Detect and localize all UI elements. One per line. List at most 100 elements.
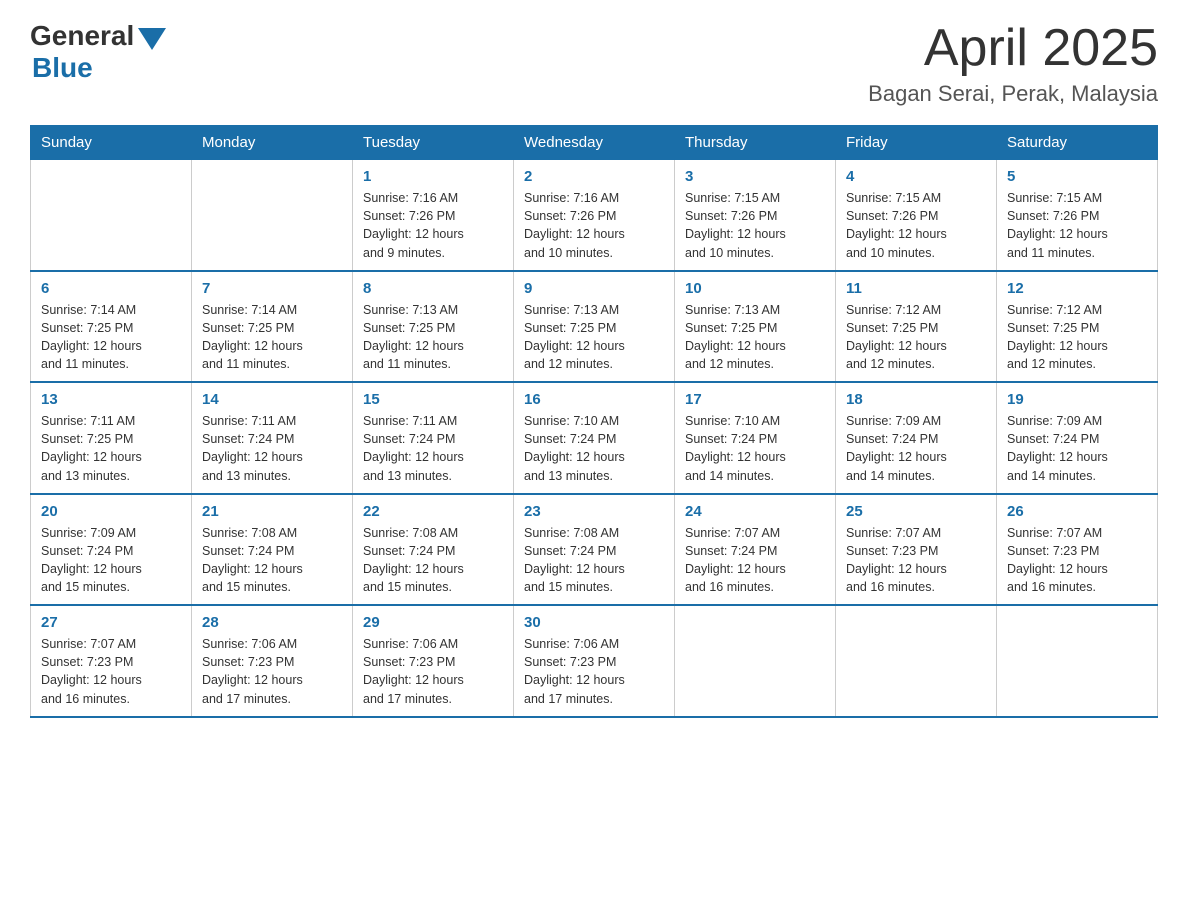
weekday-header-row: SundayMondayTuesdayWednesdayThursdayFrid…: [31, 126, 1158, 160]
day-info: Sunrise: 7:13 AM Sunset: 7:25 PM Dayligh…: [363, 301, 503, 374]
calendar-cell: 24 Sunrise: 7:07 AM Sunset: 7:24 PM Dayli…: [675, 494, 836, 606]
calendar-table: SundayMondayTuesdayWednesdayThursdayFrid…: [30, 125, 1158, 718]
day-info: Sunrise: 7:07 AM Sunset: 7:23 PM Dayligh…: [1007, 524, 1147, 597]
calendar-cell: 26 Sunrise: 7:07 AM Sunset: 7:23 PM Dayli…: [997, 494, 1158, 606]
weekday-header-tuesday: Tuesday: [353, 126, 514, 160]
day-number: 22: [363, 503, 503, 520]
weekday-header-saturday: Saturday: [997, 126, 1158, 160]
day-info: Sunrise: 7:08 AM Sunset: 7:24 PM Dayligh…: [363, 524, 503, 597]
calendar-week-row: 20 Sunrise: 7:09 AM Sunset: 7:24 PM Dayli…: [31, 494, 1158, 606]
calendar-cell: [31, 160, 192, 271]
day-info: Sunrise: 7:07 AM Sunset: 7:24 PM Dayligh…: [685, 524, 825, 597]
day-number: 16: [524, 391, 664, 408]
calendar-cell: [836, 605, 997, 717]
logo: General Blue: [30, 20, 166, 84]
day-number: 23: [524, 503, 664, 520]
calendar-cell: 30 Sunrise: 7:06 AM Sunset: 7:23 PM Dayli…: [514, 605, 675, 717]
calendar-cell: 14Sunrise: 7:11 AM Sunset: 7:24 PM Dayli…: [192, 382, 353, 494]
day-info: Sunrise: 7:06 AM Sunset: 7:23 PM Dayligh…: [202, 635, 342, 708]
day-number: 17: [685, 391, 825, 408]
day-number: 20: [41, 503, 181, 520]
calendar-cell: 25Sunrise: 7:07 AM Sunset: 7:23 PM Dayli…: [836, 494, 997, 606]
day-number: 27: [41, 614, 181, 631]
calendar-body: 1Sunrise: 7:16 AM Sunset: 7:26 PM Daylig…: [31, 160, 1158, 717]
day-info: Sunrise: 7:15 AM Sunset: 7:26 PM Dayligh…: [846, 189, 986, 262]
day-number: 24: [685, 503, 825, 520]
calendar-cell: 23 Sunrise: 7:08 AM Sunset: 7:24 PM Dayli…: [514, 494, 675, 606]
weekday-header-thursday: Thursday: [675, 126, 836, 160]
day-number: 8: [363, 280, 503, 297]
location-title: Bagan Serai, Perak, Malaysia: [868, 81, 1158, 107]
day-info: Sunrise: 7:12 AM Sunset: 7:25 PM Dayligh…: [1007, 301, 1147, 374]
calendar-cell: 8 Sunrise: 7:13 AM Sunset: 7:25 PM Daylig…: [353, 271, 514, 383]
day-number: 3: [685, 168, 825, 185]
weekday-header-monday: Monday: [192, 126, 353, 160]
weekday-header-friday: Friday: [836, 126, 997, 160]
day-number: 28: [202, 614, 342, 631]
day-number: 5: [1007, 168, 1147, 185]
day-number: 18: [846, 391, 986, 408]
day-info: Sunrise: 7:12 AM Sunset: 7:25 PM Dayligh…: [846, 301, 986, 374]
day-info: Sunrise: 7:09 AM Sunset: 7:24 PM Dayligh…: [846, 412, 986, 485]
day-number: 2: [524, 168, 664, 185]
day-number: 30: [524, 614, 664, 631]
day-info: Sunrise: 7:16 AM Sunset: 7:26 PM Dayligh…: [524, 189, 664, 262]
day-number: 12: [1007, 280, 1147, 297]
day-number: 25: [846, 503, 986, 520]
calendar-cell: 13 Sunrise: 7:11 AM Sunset: 7:25 PM Dayli…: [31, 382, 192, 494]
day-info: Sunrise: 7:15 AM Sunset: 7:26 PM Dayligh…: [685, 189, 825, 262]
day-info: Sunrise: 7:11 AM Sunset: 7:25 PM Dayligh…: [41, 412, 181, 485]
day-number: 7: [202, 280, 342, 297]
day-info: Sunrise: 7:07 AM Sunset: 7:23 PM Dayligh…: [41, 635, 181, 708]
calendar-cell: [997, 605, 1158, 717]
calendar-cell: 27 Sunrise: 7:07 AM Sunset: 7:23 PM Dayli…: [31, 605, 192, 717]
day-info: Sunrise: 7:09 AM Sunset: 7:24 PM Dayligh…: [41, 524, 181, 597]
weekday-header-wednesday: Wednesday: [514, 126, 675, 160]
calendar-cell: 6 Sunrise: 7:14 AM Sunset: 7:25 PM Daylig…: [31, 271, 192, 383]
page-header: General Blue April 2025 Bagan Serai, Per…: [30, 20, 1158, 107]
calendar-cell: 15 Sunrise: 7:11 AM Sunset: 7:24 PM Dayli…: [353, 382, 514, 494]
calendar-cell: 1Sunrise: 7:16 AM Sunset: 7:26 PM Daylig…: [353, 160, 514, 271]
day-number: 29: [363, 614, 503, 631]
logo-general-text: General: [30, 20, 134, 52]
day-info: Sunrise: 7:13 AM Sunset: 7:25 PM Dayligh…: [524, 301, 664, 374]
day-info: Sunrise: 7:10 AM Sunset: 7:24 PM Dayligh…: [685, 412, 825, 485]
calendar-cell: 17 Sunrise: 7:10 AM Sunset: 7:24 PM Dayli…: [675, 382, 836, 494]
calendar-cell: 12 Sunrise: 7:12 AM Sunset: 7:25 PM Dayli…: [997, 271, 1158, 383]
day-number: 13: [41, 391, 181, 408]
calendar-cell: 7 Sunrise: 7:14 AM Sunset: 7:25 PM Daylig…: [192, 271, 353, 383]
calendar-cell: 11 Sunrise: 7:12 AM Sunset: 7:25 PM Dayli…: [836, 271, 997, 383]
day-number: 9: [524, 280, 664, 297]
day-number: 4: [846, 168, 986, 185]
calendar-cell: 5Sunrise: 7:15 AM Sunset: 7:26 PM Daylig…: [997, 160, 1158, 271]
day-info: Sunrise: 7:14 AM Sunset: 7:25 PM Dayligh…: [202, 301, 342, 374]
calendar-week-row: 6 Sunrise: 7:14 AM Sunset: 7:25 PM Daylig…: [31, 271, 1158, 383]
title-section: April 2025 Bagan Serai, Perak, Malaysia: [868, 20, 1158, 107]
logo-blue-text: Blue: [32, 52, 93, 84]
calendar-cell: 2 Sunrise: 7:16 AM Sunset: 7:26 PM Daylig…: [514, 160, 675, 271]
day-number: 26: [1007, 503, 1147, 520]
day-number: 6: [41, 280, 181, 297]
day-info: Sunrise: 7:14 AM Sunset: 7:25 PM Dayligh…: [41, 301, 181, 374]
calendar-week-row: 13 Sunrise: 7:11 AM Sunset: 7:25 PM Dayli…: [31, 382, 1158, 494]
month-title: April 2025: [868, 20, 1158, 77]
calendar-cell: [675, 605, 836, 717]
calendar-cell: 28 Sunrise: 7:06 AM Sunset: 7:23 PM Dayli…: [192, 605, 353, 717]
calendar-cell: 19Sunrise: 7:09 AM Sunset: 7:24 PM Dayli…: [997, 382, 1158, 494]
day-info: Sunrise: 7:08 AM Sunset: 7:24 PM Dayligh…: [202, 524, 342, 597]
day-info: Sunrise: 7:06 AM Sunset: 7:23 PM Dayligh…: [363, 635, 503, 708]
day-info: Sunrise: 7:11 AM Sunset: 7:24 PM Dayligh…: [202, 412, 342, 485]
day-number: 11: [846, 280, 986, 297]
calendar-header: SundayMondayTuesdayWednesdayThursdayFrid…: [31, 126, 1158, 160]
day-number: 15: [363, 391, 503, 408]
day-info: Sunrise: 7:06 AM Sunset: 7:23 PM Dayligh…: [524, 635, 664, 708]
day-info: Sunrise: 7:10 AM Sunset: 7:24 PM Dayligh…: [524, 412, 664, 485]
day-info: Sunrise: 7:13 AM Sunset: 7:25 PM Dayligh…: [685, 301, 825, 374]
day-info: Sunrise: 7:11 AM Sunset: 7:24 PM Dayligh…: [363, 412, 503, 485]
day-info: Sunrise: 7:09 AM Sunset: 7:24 PM Dayligh…: [1007, 412, 1147, 485]
calendar-cell: 9 Sunrise: 7:13 AM Sunset: 7:25 PM Daylig…: [514, 271, 675, 383]
calendar-cell: 10Sunrise: 7:13 AM Sunset: 7:25 PM Dayli…: [675, 271, 836, 383]
weekday-header-sunday: Sunday: [31, 126, 192, 160]
day-info: Sunrise: 7:08 AM Sunset: 7:24 PM Dayligh…: [524, 524, 664, 597]
calendar-cell: 21Sunrise: 7:08 AM Sunset: 7:24 PM Dayli…: [192, 494, 353, 606]
